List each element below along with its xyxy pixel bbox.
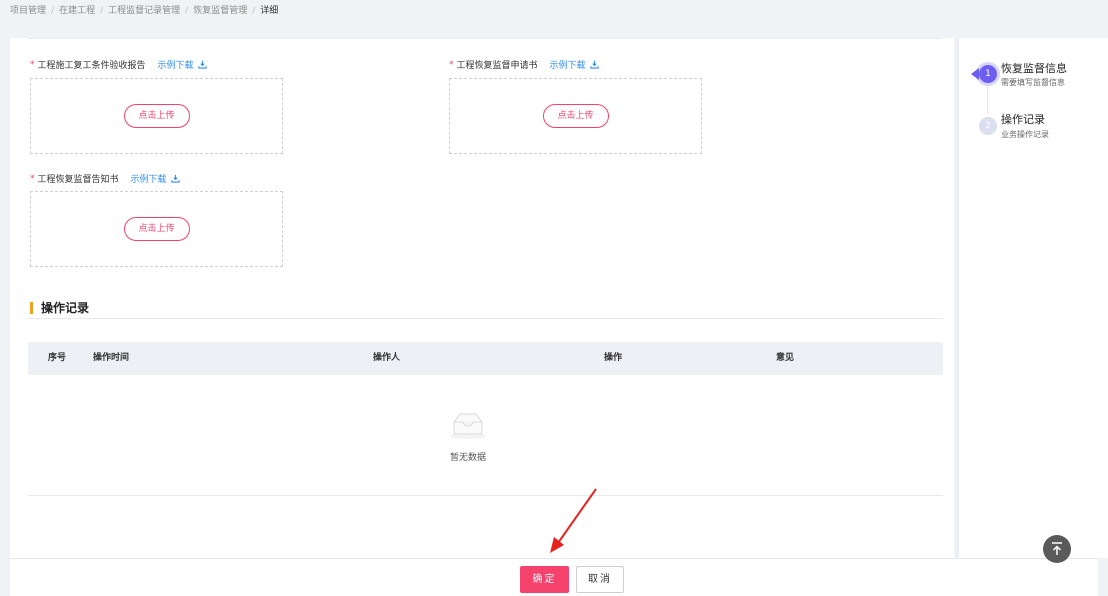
step-1-desc: 需要填写监督信息 [1001, 78, 1065, 87]
sample-download-text[interactable]: 示例下载 [158, 58, 194, 71]
field-label-text: 工程施工复工条件验收报告 [37, 61, 146, 71]
back-to-top-icon [1052, 542, 1062, 555]
active-pointer-icon [971, 68, 979, 80]
upload-area-application[interactable]: 点击上传 [449, 78, 702, 154]
upload-field-label-application: * 工程恢复监督申请书 示例下载 [449, 58, 599, 71]
breadcrumb-separator: / [252, 6, 256, 16]
column-header-operator: 操作人 [373, 353, 401, 363]
divider [28, 495, 943, 496]
upload-button[interactable]: 点击上传 [123, 104, 190, 128]
sample-download-text[interactable]: 示例下载 [131, 172, 167, 185]
breadcrumb-item-project[interactable]: 项目管理 [10, 6, 46, 16]
section-title-records: 操作记录 [30, 299, 89, 316]
back-to-top-button[interactable] [1043, 535, 1071, 563]
upload-field-label-notice: * 工程恢复监督告知书 示例下载 [30, 172, 180, 185]
download-icon[interactable] [197, 60, 207, 69]
table-header: 序号 操作时间 操作人 操作 意见 [28, 342, 943, 375]
steps-sidebar: 1 恢复监督信息 需要填写监督信息 2 操作记录 业务操作记录 [956, 38, 1108, 558]
breadcrumb-separator: / [51, 6, 55, 16]
upload-button[interactable]: 点击上传 [123, 217, 190, 241]
step-number: 1 [985, 69, 991, 79]
step-2-title[interactable]: 操作记录 [1001, 111, 1045, 127]
step-number: 2 [985, 121, 991, 131]
upload-area-acceptance-report[interactable]: 点击上传 [30, 78, 283, 154]
footer-actions: 确定 取消 [10, 558, 1098, 596]
divider [28, 318, 943, 319]
upload-button[interactable]: 点击上传 [542, 104, 609, 128]
step-connector [987, 82, 988, 114]
cancel-button[interactable]: 取消 [576, 566, 624, 593]
column-header-action: 操作 [604, 353, 623, 363]
section-accent-bar [30, 301, 33, 314]
sample-download-link[interactable]: 示例下载 [158, 58, 207, 71]
breadcrumb-separator: / [185, 6, 189, 16]
section-title-text: 操作记录 [41, 301, 90, 315]
breadcrumb: 项目管理 / 在建工程 / 工程监督记录管理 / 恢复监督管理 / 详细 [10, 0, 278, 38]
breadcrumb-item-supervision-records[interactable]: 工程监督记录管理 [108, 6, 180, 16]
column-header-time: 操作时间 [93, 353, 130, 363]
step-2-indicator[interactable]: 2 [979, 117, 997, 135]
step-1-indicator[interactable]: 1 [971, 65, 997, 83]
sample-download-text[interactable]: 示例下载 [550, 58, 586, 71]
divider [28, 38, 942, 39]
field-label-text: 工程恢复监督申请书 [456, 61, 538, 71]
scroll-gutter [956, 38, 959, 558]
breadcrumb-current: 详细 [260, 6, 279, 16]
sample-download-link[interactable]: 示例下载 [131, 172, 180, 185]
sample-download-link[interactable]: 示例下载 [550, 58, 599, 71]
required-mark: * [449, 59, 454, 70]
confirm-button[interactable]: 确定 [520, 566, 569, 593]
step-2-desc: 业务操作记录 [1001, 130, 1049, 139]
step-1-title[interactable]: 恢复监督信息 [1001, 60, 1067, 76]
download-icon[interactable] [589, 60, 599, 69]
breadcrumb-item-construction[interactable]: 在建工程 [59, 6, 95, 16]
download-icon[interactable] [170, 174, 180, 183]
empty-state: 暂无数据 [428, 410, 508, 463]
upload-area-notice[interactable]: 点击上传 [30, 191, 283, 267]
column-header-index: 序号 [48, 353, 67, 363]
column-header-opinion: 意见 [776, 353, 795, 363]
breadcrumb-item-restore[interactable]: 恢复监督管理 [193, 6, 247, 16]
empty-text: 暂无数据 [449, 453, 486, 463]
field-label-text: 工程恢复监督告知书 [37, 175, 119, 185]
required-mark: * [30, 59, 35, 70]
empty-inbox-icon [450, 413, 486, 439]
breadcrumb-separator: / [100, 6, 104, 16]
required-mark: * [30, 173, 35, 184]
upload-field-label-acceptance-report: * 工程施工复工条件验收报告 示例下载 [30, 58, 207, 71]
main-content: * 工程施工复工条件验收报告 示例下载 点击上传 * 工程恢复监督申请书 示例下… [10, 38, 954, 558]
